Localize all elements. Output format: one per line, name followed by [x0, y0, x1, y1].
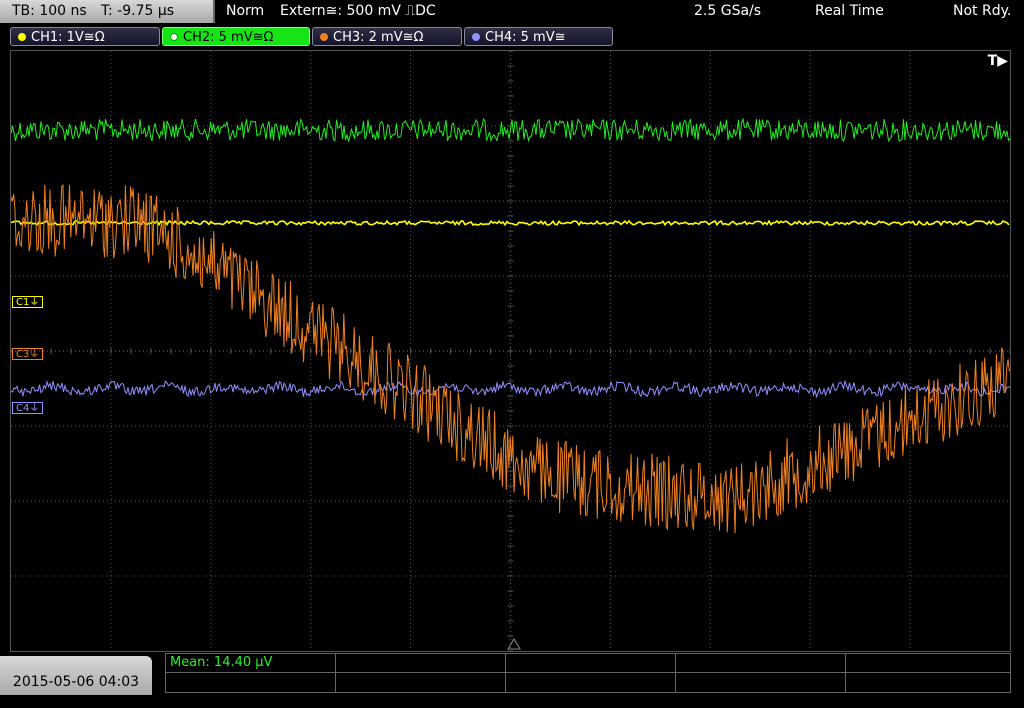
datetime-value: 2015-05-06 04:03 — [12, 674, 140, 690]
sample-rate: 2.5 GSa/s — [694, 3, 762, 19]
trigger-source[interactable]: Extern≅: 500 mV ⎍DC — [280, 0, 436, 23]
channel-1-trace — [11, 219, 1010, 227]
channel-4-label: CH4: 5 mV≅ — [485, 30, 566, 45]
timebase-panel[interactable]: TB: 100 ns T: -9.75 µs — [0, 0, 215, 23]
ch4-ground-ref[interactable]: C4⏚ — [12, 402, 44, 414]
datetime-panel[interactable]: 2015-05-06 04:03 — [0, 656, 152, 695]
acquisition-status: Not Rdy. — [953, 3, 1012, 19]
trigger-mode[interactable]: Norm — [226, 0, 264, 23]
measurement-cell[interactable] — [506, 654, 676, 673]
measurement-cell[interactable] — [506, 673, 676, 692]
channel-1-dot-icon — [18, 33, 26, 41]
measurement-cell[interactable] — [676, 673, 846, 692]
footer-bar: 2015-05-06 04:03 Mean: 14.40 µV — [0, 652, 1024, 695]
timebase-value: TB: 100 ns — [12, 3, 87, 19]
measurement-cell[interactable] — [336, 654, 506, 673]
trigger-time-value: T: -9.75 µs — [101, 3, 175, 19]
ch3-ground-ref[interactable]: C3⏚ — [12, 348, 44, 360]
trigger-marker-icon: T▶ — [987, 53, 1008, 69]
channel-4-dot-icon — [472, 33, 480, 41]
status-bar: TB: 100 ns T: -9.75 µs Norm Extern≅: 500… — [0, 0, 1024, 24]
channel-4-trace — [11, 379, 1010, 399]
channel-tabs: CH1: 1V≅Ω CH2: 5 mV≅Ω CH3: 2 mV≅Ω CH4: 5… — [0, 24, 1024, 50]
measurement-cell[interactable] — [166, 673, 336, 692]
graticule — [11, 51, 1010, 651]
measurement-table: Mean: 14.40 µV — [165, 653, 1011, 693]
acquisition-mode[interactable]: Real Time — [815, 0, 884, 23]
measurement-cell[interactable] — [846, 654, 1010, 673]
channel-2-dot-icon — [170, 33, 178, 41]
channel-2-tab[interactable]: CH2: 5 mV≅Ω — [162, 27, 310, 46]
trigger-position-icon[interactable] — [507, 638, 521, 650]
measurement-cell[interactable] — [846, 673, 1010, 692]
waveform-canvas — [11, 51, 1010, 651]
channel-4-tab[interactable]: CH4: 5 mV≅ — [464, 27, 613, 46]
measurement-cell[interactable] — [336, 673, 506, 692]
ch1-ground-ref[interactable]: C1⏚ — [12, 296, 44, 308]
channel-2-trace — [11, 117, 1010, 143]
channel-1-tab[interactable]: CH1: 1V≅Ω — [10, 27, 160, 46]
channel-3-tab[interactable]: CH3: 2 mV≅Ω — [312, 27, 462, 46]
waveform-display[interactable] — [10, 50, 1011, 652]
channel-2-label: CH2: 5 mV≅Ω — [183, 30, 274, 45]
channel-3-label: CH3: 2 mV≅Ω — [333, 30, 424, 45]
measurement-cell[interactable] — [676, 654, 846, 673]
channel-3-dot-icon — [320, 33, 328, 41]
mean-measurement[interactable]: Mean: 14.40 µV — [166, 654, 336, 673]
channel-1-label: CH1: 1V≅Ω — [31, 30, 105, 45]
